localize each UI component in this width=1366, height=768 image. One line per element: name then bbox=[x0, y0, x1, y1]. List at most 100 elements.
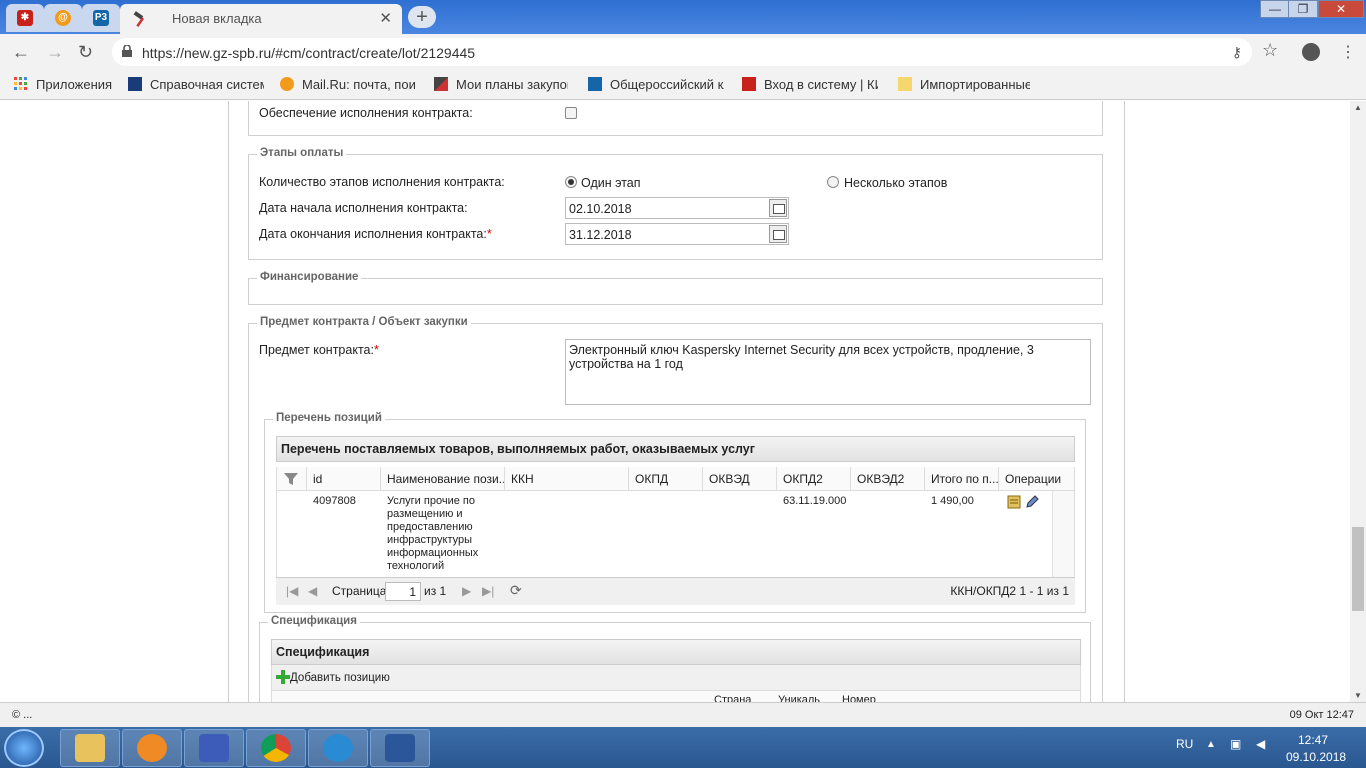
scroll-thumb[interactable] bbox=[1352, 527, 1364, 611]
clock-time[interactable]: 12:47 bbox=[1298, 733, 1328, 747]
row-scroll-track[interactable] bbox=[1052, 491, 1074, 577]
ie-icon bbox=[323, 734, 353, 762]
network-icon[interactable]: ▣ bbox=[1230, 737, 1241, 751]
page-input[interactable]: 1 bbox=[385, 582, 421, 601]
edit-pencil-icon[interactable] bbox=[1024, 494, 1040, 510]
col-header[interactable]: ОКПД2 bbox=[777, 467, 851, 491]
security-label: Обеспечение исполнения контракта: bbox=[259, 106, 473, 120]
table-row[interactable]: 4097808 Услуги прочие по размещению и пр… bbox=[276, 491, 1075, 577]
one-stage-label: Один этап bbox=[581, 176, 641, 190]
reload-icon[interactable]: ↻ bbox=[78, 42, 93, 63]
taskbar-media[interactable] bbox=[122, 729, 182, 767]
new-tab-button[interactable]: + bbox=[408, 6, 436, 28]
end-date-value: 31.12.2018 bbox=[569, 228, 632, 242]
tab-close-button[interactable]: ✕ bbox=[379, 9, 392, 27]
spec-col-header[interactable]: Уникаль bbox=[778, 694, 820, 702]
row-total: 1 490,00 bbox=[931, 495, 974, 507]
plus-icon bbox=[276, 670, 290, 684]
start-date-label: Дата начала исполнения контракта: bbox=[259, 201, 468, 215]
explorer-icon bbox=[75, 734, 105, 762]
stages-count-label: Количество этапов исполнения контракта: bbox=[259, 175, 505, 189]
maximize-button[interactable]: ❐ bbox=[1288, 0, 1318, 18]
scroll-view-icon[interactable] bbox=[1006, 494, 1022, 510]
minimize-button[interactable]: — bbox=[1260, 0, 1290, 18]
col-header[interactable]: ККН bbox=[505, 467, 629, 491]
bookmark-apps[interactable]: Приложения bbox=[14, 77, 114, 92]
taskbar-save[interactable] bbox=[184, 729, 244, 767]
rz-icon bbox=[588, 77, 602, 91]
spec-col-header[interactable]: Номер bbox=[842, 694, 876, 702]
bookmark-star-icon[interactable]: ☆ bbox=[1262, 40, 1278, 61]
spec-col-header[interactable]: Страна bbox=[714, 694, 751, 702]
scroll-up-icon[interactable]: ▲ bbox=[1354, 103, 1362, 112]
book-icon bbox=[128, 77, 142, 91]
taskbar-word[interactable] bbox=[370, 729, 430, 767]
last-page-icon[interactable]: ▶| bbox=[482, 584, 494, 598]
end-date-field[interactable]: 31.12.2018 bbox=[565, 223, 789, 245]
prev-page-icon[interactable]: ◀ bbox=[308, 584, 317, 598]
copyright-text: © ... bbox=[12, 709, 33, 721]
scroll-down-icon[interactable]: ▼ bbox=[1354, 691, 1362, 700]
bookmark-classifier[interactable]: Общероссийский кл bbox=[588, 77, 724, 92]
filter-icon-cell[interactable] bbox=[277, 467, 307, 491]
start-button[interactable] bbox=[4, 729, 44, 767]
mailru-icon bbox=[280, 77, 294, 91]
radio-one-stage[interactable] bbox=[565, 176, 577, 188]
col-header[interactable]: ОКВЭД bbox=[703, 467, 777, 491]
tab-mailru[interactable]: @ bbox=[44, 4, 82, 32]
radio-many-stages[interactable] bbox=[827, 176, 839, 188]
tab-gerb[interactable]: ✱ bbox=[6, 4, 44, 32]
language-indicator[interactable]: RU bbox=[1176, 737, 1193, 751]
subject-label-text: Предмет контракта: bbox=[259, 343, 374, 357]
taskbar-chrome[interactable] bbox=[246, 729, 306, 767]
clock-date[interactable]: 09.10.2018 bbox=[1286, 750, 1346, 764]
taskbar-ie[interactable] bbox=[308, 729, 368, 767]
bookmark-imported[interactable]: Импортированные bbox=[898, 77, 1030, 92]
next-page-icon[interactable]: ▶ bbox=[462, 584, 471, 598]
forward-icon[interactable]: → bbox=[46, 42, 64, 63]
col-header[interactable]: ОКВЭД2 bbox=[851, 467, 925, 491]
back-icon[interactable]: ← bbox=[12, 42, 30, 63]
tab-rz[interactable]: Р3 bbox=[82, 4, 120, 32]
tab-title: Новая вкладка bbox=[172, 11, 262, 26]
tray-expand-icon[interactable]: ▲ bbox=[1206, 739, 1216, 750]
col-header[interactable]: id bbox=[307, 467, 381, 491]
page-scrollbar[interactable]: ▲ ▼ bbox=[1350, 101, 1366, 702]
col-header[interactable]: Операции bbox=[999, 467, 1076, 491]
calendar-icon[interactable] bbox=[769, 199, 787, 217]
financing-legend: Финансирование bbox=[257, 271, 362, 283]
start-date-field[interactable]: 02.10.2018 bbox=[565, 197, 789, 219]
bookmark-mailru[interactable]: Mail.Ru: почта, поиск bbox=[280, 77, 416, 92]
pager-summary: ККН/ОКПД2 1 - 1 из 1 bbox=[950, 584, 1069, 598]
spec-grid-header: Страна Уникаль Номер bbox=[271, 691, 1081, 702]
bookmark-help[interactable]: Справочная система bbox=[128, 77, 264, 92]
subject-textarea[interactable]: Электронный ключ Kaspersky Internet Secu… bbox=[565, 339, 1091, 405]
first-page-icon[interactable]: |◀ bbox=[286, 584, 298, 598]
account-icon[interactable] bbox=[1302, 43, 1320, 61]
bookmark-label: Общероссийский кл bbox=[610, 77, 724, 92]
refresh-icon[interactable]: ⟳ bbox=[510, 582, 522, 599]
chrome-icon bbox=[261, 734, 291, 762]
key-icon[interactable]: ⚷ bbox=[1232, 44, 1242, 61]
spec-toolbar: Добавить позицию bbox=[271, 665, 1081, 691]
bookmark-label: Mail.Ru: почта, поиск bbox=[302, 77, 416, 92]
add-position-button[interactable]: Добавить позицию bbox=[276, 670, 390, 684]
bookmark-plans[interactable]: Мои планы закупок bbox=[434, 77, 568, 92]
security-checkbox[interactable] bbox=[565, 107, 577, 119]
positions-pager: |◀ ◀ Страница 1 из 1 ▶ ▶| ⟳ ККН/ОКПД2 1 … bbox=[276, 577, 1075, 605]
bookmark-kis[interactable]: Вход в систему | КИС bbox=[742, 77, 878, 92]
volume-icon[interactable]: ◀ bbox=[1256, 737, 1265, 751]
word-icon bbox=[385, 734, 415, 762]
tab-new[interactable]: Новая вкладка ✕ bbox=[120, 4, 402, 34]
save-icon bbox=[199, 734, 229, 762]
start-date-value: 02.10.2018 bbox=[569, 202, 632, 216]
col-header[interactable]: Итого по п... bbox=[925, 467, 999, 491]
taskbar-explorer[interactable] bbox=[60, 729, 120, 767]
address-bar[interactable]: https://new.gz-spb.ru/#cm/contract/creat… bbox=[112, 38, 1252, 66]
window-close-button[interactable]: ✕ bbox=[1318, 0, 1364, 18]
col-header[interactable]: Наименование пози... bbox=[381, 467, 505, 491]
col-header[interactable]: ОКПД bbox=[629, 467, 703, 491]
menu-icon[interactable]: ⋮ bbox=[1340, 42, 1356, 62]
financing-fieldset[interactable]: Финансирование bbox=[248, 271, 1103, 305]
calendar-icon[interactable] bbox=[769, 225, 787, 243]
